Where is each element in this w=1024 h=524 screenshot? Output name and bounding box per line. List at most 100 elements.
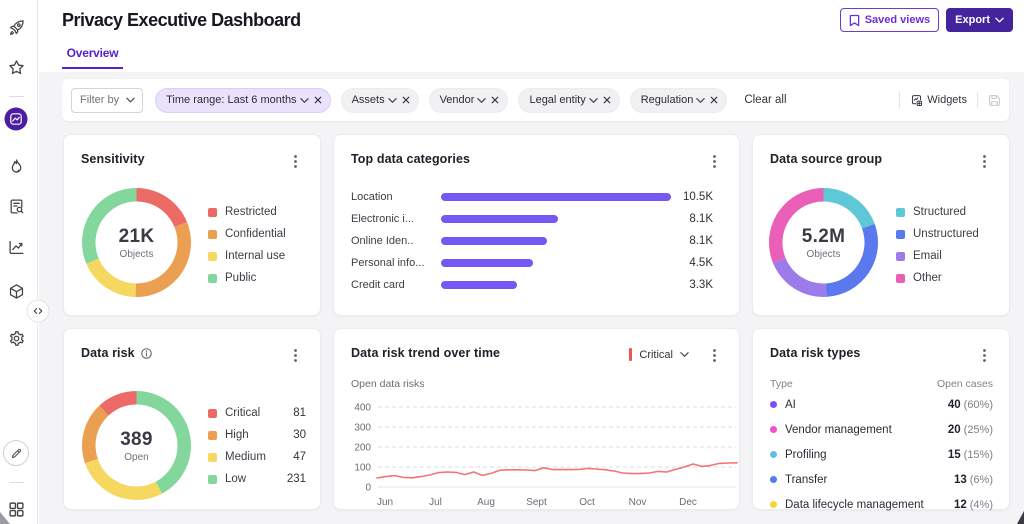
flame-icon[interactable] <box>7 157 25 175</box>
rocket-icon[interactable] <box>7 18 25 36</box>
category-bar-row: Online Iden.. 8.1K <box>351 230 713 252</box>
col-open-cases: Open cases <box>937 378 993 390</box>
card-title: Sensitivity <box>81 152 145 166</box>
kebab-menu-icon[interactable] <box>288 346 302 364</box>
file-search-icon[interactable] <box>7 197 25 215</box>
category-label: Location <box>351 191 441 203</box>
risk-type-pct: (6%) <box>970 474 993 486</box>
saved-views-button[interactable]: Saved views <box>840 8 939 32</box>
close-icon[interactable] <box>603 96 611 104</box>
export-label: Export <box>955 14 990 26</box>
widgets-icon <box>910 94 923 107</box>
save-icon[interactable] <box>988 94 1001 107</box>
sidebar-collapse-button[interactable] <box>27 300 50 323</box>
legend-label: Structured <box>913 206 966 218</box>
col-type: Type <box>770 378 793 390</box>
risk-type-row: Profiling15(15%) <box>770 442 993 467</box>
widgets-label: Widgets <box>927 94 967 106</box>
bar-track <box>441 259 671 267</box>
kebab-menu-icon[interactable] <box>707 152 721 170</box>
content-area: Filter by Time range: Last 6 months Asset… <box>39 72 1024 524</box>
risk-type-pct: (4%) <box>970 499 993 511</box>
trend-icon[interactable] <box>7 238 25 256</box>
bar-fill <box>441 193 671 201</box>
tab-overview[interactable]: Overview <box>62 46 123 69</box>
info-icon[interactable] <box>141 348 152 359</box>
filter-chip[interactable]: Time range: Last 6 months <box>155 88 330 113</box>
legend-swatch <box>208 453 217 462</box>
card-data-source-group: Data source group 5.2M Objects Structure… <box>752 134 1010 316</box>
risk-type-row: Vendor management20(25%) <box>770 417 993 442</box>
svg-text:Dec: Dec <box>679 497 697 508</box>
legend-value: 30 <box>293 429 306 441</box>
filter-chip[interactable]: Vendor <box>429 88 509 113</box>
gear-icon[interactable] <box>7 329 25 347</box>
category-value: 8.1K <box>671 235 713 247</box>
close-icon[interactable] <box>402 96 410 104</box>
legend-label: Other <box>913 272 942 284</box>
card-title: Top data categories <box>351 152 470 166</box>
cards-grid: Sensitivity 21K Objects RestrictedConfid… <box>63 134 1010 510</box>
pencil-icon[interactable] <box>3 440 29 466</box>
bar-track <box>441 193 671 201</box>
risk-types-rows: AI40(60%)Vendor management20(25%)Profili… <box>770 392 993 517</box>
kebab-menu-icon[interactable] <box>977 346 991 364</box>
close-icon[interactable] <box>491 96 499 104</box>
bar-fill <box>441 259 533 267</box>
legend-item: Other <box>896 267 996 289</box>
close-icon[interactable] <box>710 96 718 104</box>
risk-type-pct: (60%) <box>964 399 993 411</box>
legend-label: High <box>225 429 249 441</box>
filter-by-dropdown[interactable]: Filter by <box>71 88 143 113</box>
bar-fill <box>441 237 547 245</box>
category-bars: Location10.5KElectronic i...8.1KOnline I… <box>351 186 713 296</box>
filter-chip[interactable]: Assets <box>341 88 419 113</box>
card-sensitivity: Sensitivity 21K Objects RestrictedConfid… <box>63 134 321 316</box>
risk-type-label: Transfer <box>785 474 827 486</box>
clear-all-button[interactable]: Clear all <box>744 94 786 106</box>
kebab-menu-icon[interactable] <box>977 152 991 170</box>
donut-center-value: 389 <box>120 429 153 451</box>
close-icon[interactable] <box>314 96 322 104</box>
category-label: Personal info... <box>351 257 441 269</box>
legend-label: Critical <box>225 407 260 419</box>
cube-icon[interactable] <box>7 282 25 300</box>
risk-type-row: AI40(60%) <box>770 392 993 417</box>
risk-type-dot <box>770 501 777 508</box>
category-value: 4.5K <box>671 257 713 269</box>
risk-type-value: 12(4%) <box>954 499 993 511</box>
kebab-menu-icon[interactable] <box>288 152 302 170</box>
data-source-donut-chart: 5.2M Objects <box>769 188 878 297</box>
filter-chip[interactable]: Regulation <box>630 88 728 113</box>
sidebar-item-dashboard-active[interactable] <box>5 108 28 131</box>
category-value: 3.3K <box>671 279 713 291</box>
star-icon[interactable] <box>7 58 25 76</box>
legend-value: 231 <box>287 473 306 485</box>
saved-views-label: Saved views <box>865 14 930 26</box>
bar-fill <box>441 215 558 223</box>
main-area: Privacy Executive Dashboard Saved views … <box>39 0 1024 524</box>
card-title: Data risk types <box>770 346 860 360</box>
sensitivity-legend: RestrictedConfidentialInternal usePublic <box>208 201 304 289</box>
chevron-down-icon <box>477 96 486 105</box>
legend-swatch <box>896 230 905 239</box>
export-button[interactable]: Export <box>946 8 1013 32</box>
risk-type-value: 15(15%) <box>948 449 993 461</box>
widgets-button[interactable]: Widgets <box>910 94 967 107</box>
legend-swatch <box>208 431 217 440</box>
card-title: Data source group <box>770 152 882 166</box>
filter-chip[interactable]: Legal entity <box>518 88 619 113</box>
category-label: Online Iden.. <box>351 235 441 247</box>
legend-label: Medium <box>225 451 266 463</box>
svg-text:200: 200 <box>354 443 371 454</box>
svg-text:300: 300 <box>354 423 371 434</box>
category-label: Credit card <box>351 279 441 291</box>
svg-text:Jul: Jul <box>429 497 442 508</box>
page-title: Privacy Executive Dashboard <box>62 10 301 31</box>
chip-label: Legal entity <box>529 94 585 106</box>
category-bar-row: Personal info... 4.5K <box>351 252 713 274</box>
category-value: 10.5K <box>671 191 713 203</box>
risk-type-label: Data lifecycle management <box>785 499 924 511</box>
chevron-down-icon <box>696 96 705 105</box>
trend-line-chart: 0100200300400JunJulAugSeptOctNovDec <box>334 329 740 511</box>
